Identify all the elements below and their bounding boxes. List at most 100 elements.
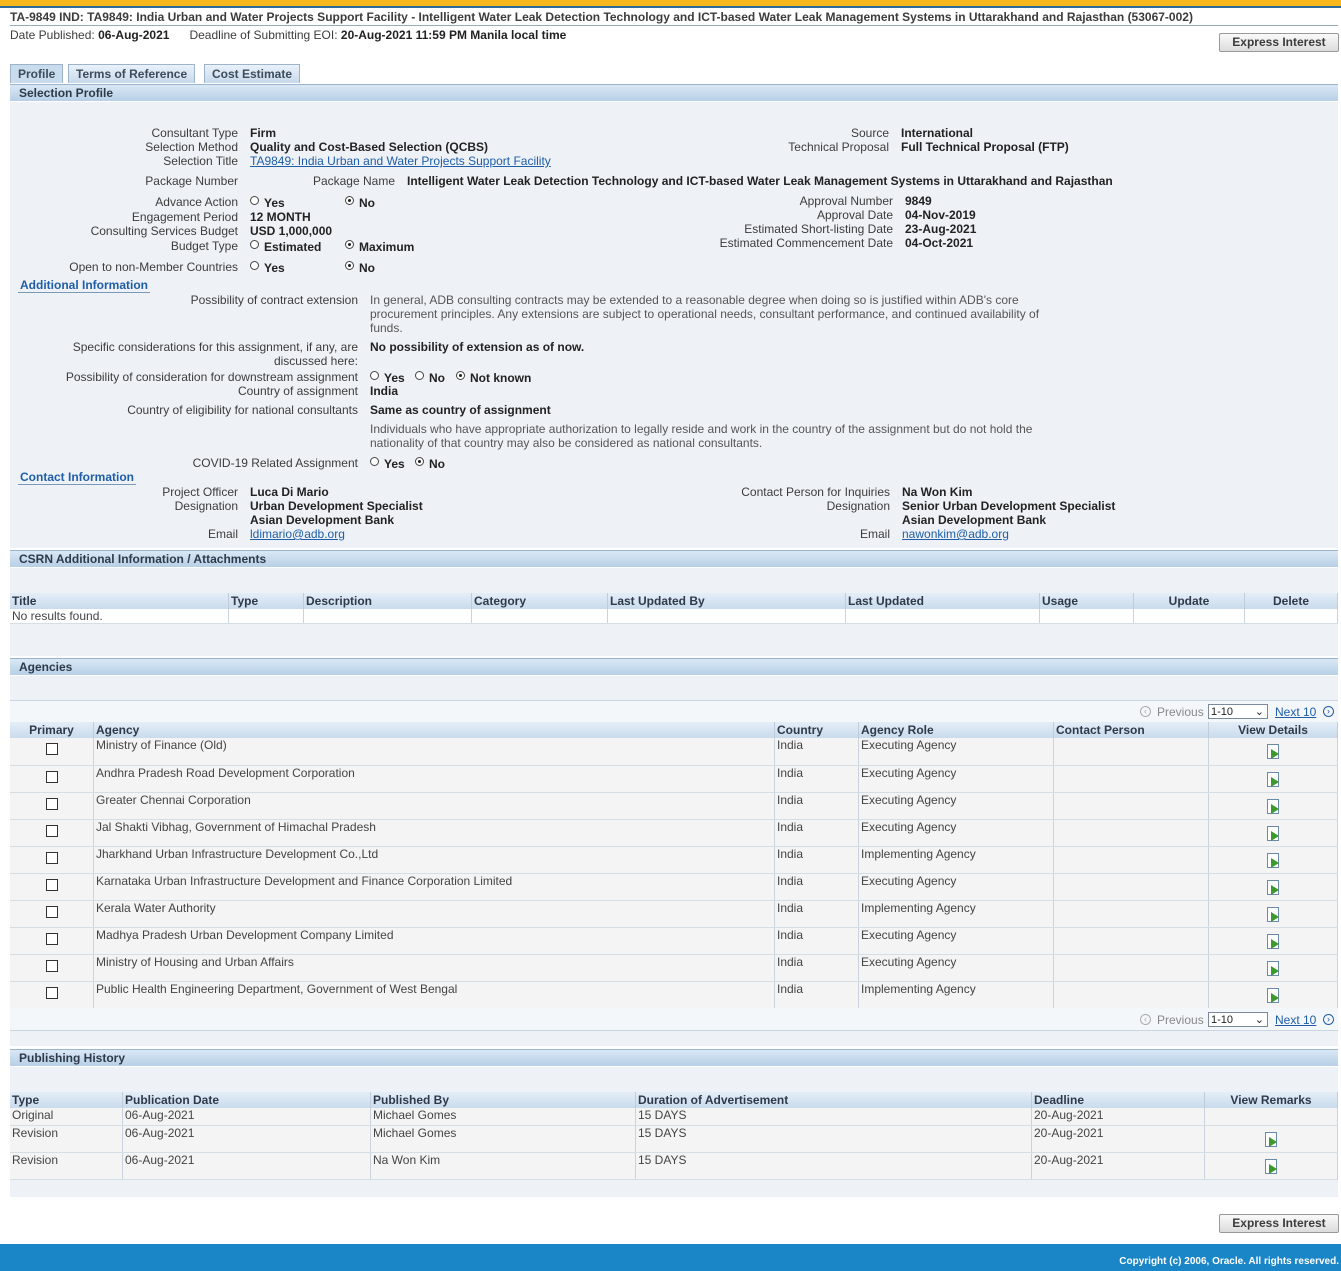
history-published-by: Michael Gomes (370, 1108, 636, 1126)
inquiries-value: Na Won Kim (902, 485, 973, 499)
agencies-table: Primary Agency Country Agency Role Conta… (10, 722, 1338, 1009)
agency-name: Public Health Engineering Department, Go… (93, 981, 775, 1009)
history-deadline: 20-Aug-2021 (1031, 1152, 1205, 1180)
agency-contact-person (1053, 846, 1209, 874)
agency-name: Andhra Pradesh Road Development Corporat… (93, 765, 775, 793)
project-officer-label: Project Officer (162, 485, 238, 499)
agencies-nav-bar-bottom (10, 1008, 1338, 1031)
open-countries-yes-radio[interactable] (250, 261, 259, 270)
next-icon-bottom[interactable]: › (1323, 1014, 1334, 1025)
primary-checkbox[interactable] (45, 905, 58, 918)
primary-checkbox[interactable] (45, 824, 58, 837)
agency-country: India (774, 981, 859, 1009)
col-last-updated: Last Updated (845, 593, 1040, 609)
selection-title-link[interactable]: TA9849: India Urban and Water Projects S… (250, 154, 551, 168)
advance-action-yes-label: Yes (264, 196, 285, 210)
budget-type-label: Budget Type (170, 239, 238, 253)
primary-checkbox[interactable] (45, 986, 58, 999)
primary-checkbox[interactable] (45, 932, 58, 945)
csrn-empty-row: No results found. (10, 609, 1338, 624)
agency-row: Karnataka Urban Infrastructure Developme… (10, 873, 1338, 901)
next-icon-top[interactable]: › (1323, 706, 1334, 717)
budget-maximum-label: Maximum (359, 240, 415, 254)
contact-information-header: Contact Information (18, 470, 136, 485)
shortlisting-value: 23-Aug-2021 (905, 222, 977, 236)
selection-profile-header: Selection Profile (10, 84, 1338, 101)
primary-checkbox[interactable] (45, 851, 58, 864)
engagement-period-label: Engagement Period (131, 210, 238, 224)
view-details-icon[interactable] (1266, 906, 1281, 922)
view-details-icon[interactable] (1266, 798, 1281, 814)
next-link-top[interactable]: Next 10 (1275, 705, 1316, 719)
next-link-bottom[interactable]: Next 10 (1275, 1013, 1316, 1027)
downstream-yes-radio[interactable] (370, 371, 379, 380)
agencies-header-row: Primary Agency Country Agency Role Conta… (10, 722, 1338, 738)
budget-estimated-radio[interactable] (250, 240, 259, 249)
downstream-no-radio[interactable] (415, 371, 424, 380)
additional-information-header: Additional Information (18, 278, 150, 293)
view-details-icon[interactable] (1266, 825, 1281, 841)
officer-org-value: Asian Development Bank (250, 513, 395, 527)
col-title: Title (10, 593, 229, 609)
downstream-label: Possibility of consideration for downstr… (65, 370, 358, 384)
downstream-not-known-radio[interactable] (456, 371, 465, 380)
view-remarks-icon[interactable] (1264, 1131, 1279, 1147)
col-contact-person: Contact Person (1053, 722, 1209, 738)
view-details-icon[interactable] (1266, 771, 1281, 787)
view-details-icon[interactable] (1266, 987, 1281, 1003)
express-interest-button-top[interactable]: Express Interest (1219, 33, 1339, 52)
agency-country: India (774, 927, 859, 955)
primary-checkbox[interactable] (45, 797, 58, 810)
previous-link-bottom[interactable]: Previous (1157, 1013, 1204, 1027)
history-publication-date: 06-Aug-2021 (122, 1125, 371, 1153)
agency-role: Executing Agency (858, 927, 1054, 955)
tab-profile[interactable]: Profile (10, 64, 64, 83)
range-select-top[interactable]: 1-10 ⌄ (1208, 704, 1268, 719)
history-row: Revision 06-Aug-2021 Michael Gomes 15 DAYS 2… (10, 1125, 1338, 1153)
view-details-icon[interactable] (1266, 933, 1281, 949)
col-description: Description (303, 593, 472, 609)
primary-checkbox[interactable] (45, 743, 58, 755)
primary-checkbox[interactable] (45, 770, 58, 783)
copyright-text: Copyright (c) 2006, Oracle. All rights r… (1119, 1256, 1339, 1267)
agency-contact-person (1053, 927, 1209, 955)
country-assignment-value: India (370, 384, 399, 398)
history-table-body: Original 06-Aug-2021 Michael Gomes 15 DAYS 2… (10, 1108, 1338, 1180)
primary-cell (10, 927, 94, 955)
officer-email-link[interactable]: ldimario@adb.org (250, 527, 345, 541)
agency-role: Executing Agency (858, 873, 1054, 901)
primary-checkbox[interactable] (45, 878, 58, 891)
tab-terms-of-reference[interactable]: Terms of Reference (68, 64, 196, 83)
col-history-deadline: Deadline (1031, 1092, 1205, 1108)
agency-name: Greater Chennai Corporation (93, 792, 775, 820)
col-type: Type (228, 593, 304, 609)
covid-no-radio[interactable] (415, 457, 424, 466)
eligibility-label: Country of eligibility for national cons… (127, 403, 358, 417)
covid-yes-radio[interactable] (370, 457, 379, 466)
open-countries-no-radio[interactable] (345, 261, 354, 270)
budget-maximum-radio[interactable] (345, 240, 354, 249)
technical-proposal-value: Full Technical Proposal (FTP) (901, 140, 1069, 154)
advance-action-no-radio[interactable] (345, 196, 354, 205)
page-title: TA-9849 IND: TA9849: India Urban and Wat… (10, 10, 1193, 24)
express-interest-button-bottom[interactable]: Express Interest (1219, 1214, 1339, 1233)
view-details-cell (1208, 765, 1338, 793)
view-details-icon[interactable] (1266, 879, 1281, 895)
view-details-icon[interactable] (1266, 852, 1281, 868)
previous-link-top[interactable]: Previous (1157, 705, 1204, 719)
extension-text: In general, ADB consulting contracts may… (370, 293, 1040, 335)
agency-contact-person (1053, 792, 1209, 820)
agency-role: Executing Agency (858, 765, 1054, 793)
view-remarks-icon[interactable] (1264, 1158, 1279, 1174)
advance-action-yes-radio[interactable] (250, 196, 259, 205)
tab-cost-estimate[interactable]: Cost Estimate (204, 64, 301, 83)
range-select-bottom[interactable]: 1-10 ⌄ (1208, 1012, 1268, 1027)
officer-designation-value: Urban Development Specialist (250, 499, 423, 513)
view-details-icon[interactable] (1266, 960, 1281, 976)
view-details-cell (1208, 900, 1338, 928)
primary-checkbox[interactable] (45, 959, 58, 972)
agency-country: India (774, 765, 859, 793)
view-details-icon[interactable] (1266, 744, 1281, 759)
inquiries-email-link[interactable]: nawonkim@adb.org (902, 527, 1009, 541)
agency-row: Greater Chennai Corporation India Executin… (10, 792, 1338, 820)
